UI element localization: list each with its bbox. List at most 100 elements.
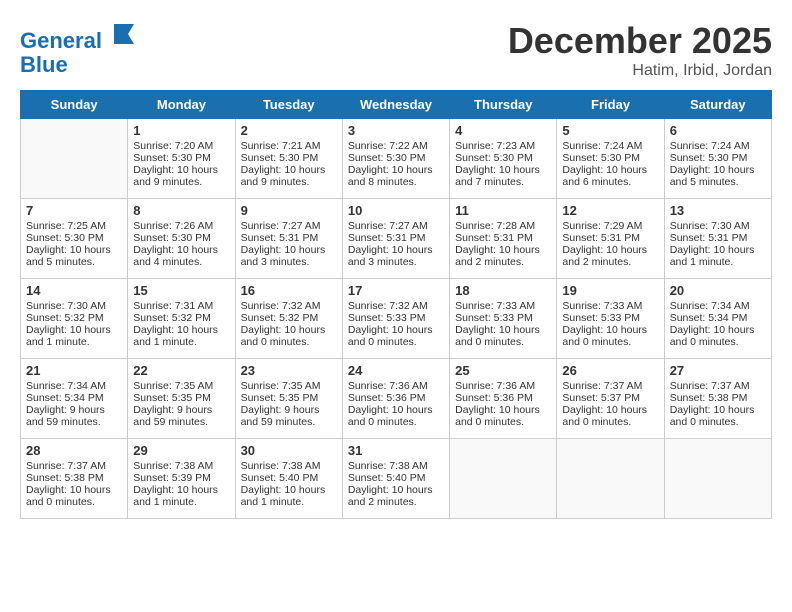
day-info: Daylight: 10 hours (455, 244, 551, 256)
logo-flag-icon (110, 20, 138, 48)
calendar-cell: 5Sunrise: 7:24 AMSunset: 5:30 PMDaylight… (557, 119, 664, 199)
day-info: Daylight: 10 hours (670, 324, 766, 336)
day-info: Sunrise: 7:33 AM (455, 300, 551, 312)
weekday-friday: Friday (557, 91, 664, 119)
day-info: Sunrise: 7:36 AM (348, 380, 444, 392)
day-info: and 4 minutes. (133, 256, 229, 268)
day-info: Sunset: 5:38 PM (26, 472, 122, 484)
day-number: 20 (670, 283, 766, 298)
day-info: Daylight: 10 hours (562, 244, 658, 256)
weekday-tuesday: Tuesday (235, 91, 342, 119)
day-info: Sunrise: 7:32 AM (241, 300, 337, 312)
calendar-cell: 17Sunrise: 7:32 AMSunset: 5:33 PMDayligh… (342, 279, 449, 359)
day-info: Sunrise: 7:37 AM (26, 460, 122, 472)
day-info: Daylight: 10 hours (562, 324, 658, 336)
day-info: Sunset: 5:34 PM (26, 392, 122, 404)
day-info: Daylight: 10 hours (455, 164, 551, 176)
day-info: Sunrise: 7:29 AM (562, 220, 658, 232)
day-info: and 5 minutes. (26, 256, 122, 268)
day-number: 12 (562, 203, 658, 218)
calendar-cell: 7Sunrise: 7:25 AMSunset: 5:30 PMDaylight… (21, 199, 128, 279)
calendar-cell (21, 119, 128, 199)
day-info: Sunrise: 7:25 AM (26, 220, 122, 232)
day-info: Daylight: 10 hours (133, 484, 229, 496)
day-info: and 1 minute. (670, 256, 766, 268)
day-info: Sunrise: 7:22 AM (348, 140, 444, 152)
day-info: Sunrise: 7:32 AM (348, 300, 444, 312)
day-info: Sunset: 5:32 PM (241, 312, 337, 324)
day-info: and 3 minutes. (348, 256, 444, 268)
day-info: Sunset: 5:33 PM (562, 312, 658, 324)
day-info: and 59 minutes. (26, 416, 122, 428)
day-info: Sunrise: 7:35 AM (241, 380, 337, 392)
day-number: 17 (348, 283, 444, 298)
calendar-cell: 21Sunrise: 7:34 AMSunset: 5:34 PMDayligh… (21, 359, 128, 439)
day-info: Sunrise: 7:36 AM (455, 380, 551, 392)
day-number: 19 (562, 283, 658, 298)
weekday-wednesday: Wednesday (342, 91, 449, 119)
day-info: and 0 minutes. (241, 336, 337, 348)
weekday-saturday: Saturday (664, 91, 771, 119)
calendar-cell: 31Sunrise: 7:38 AMSunset: 5:40 PMDayligh… (342, 439, 449, 519)
calendar-cell (557, 439, 664, 519)
day-info: Sunset: 5:38 PM (670, 392, 766, 404)
day-info: and 59 minutes. (241, 416, 337, 428)
calendar-cell: 27Sunrise: 7:37 AMSunset: 5:38 PMDayligh… (664, 359, 771, 439)
day-info: Sunrise: 7:21 AM (241, 140, 337, 152)
calendar-table: SundayMondayTuesdayWednesdayThursdayFrid… (20, 90, 772, 519)
day-info: and 0 minutes. (348, 416, 444, 428)
day-info: Sunset: 5:32 PM (26, 312, 122, 324)
day-info: Sunset: 5:30 PM (670, 152, 766, 164)
day-info: Sunset: 5:37 PM (562, 392, 658, 404)
logo-blue: Blue (20, 53, 138, 77)
day-info: Sunrise: 7:34 AM (670, 300, 766, 312)
day-info: Daylight: 10 hours (241, 324, 337, 336)
day-info: Sunset: 5:39 PM (133, 472, 229, 484)
day-info: Sunset: 5:40 PM (348, 472, 444, 484)
calendar-cell: 11Sunrise: 7:28 AMSunset: 5:31 PMDayligh… (450, 199, 557, 279)
week-row-5: 28Sunrise: 7:37 AMSunset: 5:38 PMDayligh… (21, 439, 772, 519)
calendar-cell: 15Sunrise: 7:31 AMSunset: 5:32 PMDayligh… (128, 279, 235, 359)
calendar-cell: 10Sunrise: 7:27 AMSunset: 5:31 PMDayligh… (342, 199, 449, 279)
day-number: 8 (133, 203, 229, 218)
day-info: and 0 minutes. (26, 496, 122, 508)
day-number: 7 (26, 203, 122, 218)
day-number: 1 (133, 123, 229, 138)
day-info: Daylight: 10 hours (348, 324, 444, 336)
day-info: Sunrise: 7:27 AM (348, 220, 444, 232)
day-info: Sunset: 5:30 PM (133, 232, 229, 244)
day-info: and 2 minutes. (348, 496, 444, 508)
day-info: Daylight: 10 hours (133, 324, 229, 336)
day-info: Daylight: 10 hours (133, 244, 229, 256)
day-info: and 0 minutes. (562, 336, 658, 348)
day-info: Sunset: 5:31 PM (670, 232, 766, 244)
calendar-cell: 2Sunrise: 7:21 AMSunset: 5:30 PMDaylight… (235, 119, 342, 199)
day-info: Daylight: 9 hours (26, 404, 122, 416)
day-info: Sunset: 5:31 PM (241, 232, 337, 244)
day-info: Sunset: 5:32 PM (133, 312, 229, 324)
day-info: Daylight: 10 hours (133, 164, 229, 176)
day-info: and 5 minutes. (670, 176, 766, 188)
day-info: Daylight: 10 hours (562, 404, 658, 416)
day-info: Sunset: 5:40 PM (241, 472, 337, 484)
day-info: Sunset: 5:34 PM (670, 312, 766, 324)
day-info: Sunset: 5:30 PM (348, 152, 444, 164)
day-info: Daylight: 10 hours (26, 244, 122, 256)
day-info: Sunrise: 7:38 AM (133, 460, 229, 472)
logo-general: General (20, 28, 102, 53)
calendar-cell: 28Sunrise: 7:37 AMSunset: 5:38 PMDayligh… (21, 439, 128, 519)
day-info: and 59 minutes. (133, 416, 229, 428)
calendar-cell: 29Sunrise: 7:38 AMSunset: 5:39 PMDayligh… (128, 439, 235, 519)
calendar-cell: 14Sunrise: 7:30 AMSunset: 5:32 PMDayligh… (21, 279, 128, 359)
day-info: Sunrise: 7:24 AM (562, 140, 658, 152)
day-info: Sunset: 5:36 PM (348, 392, 444, 404)
day-number: 24 (348, 363, 444, 378)
calendar-cell: 16Sunrise: 7:32 AMSunset: 5:32 PMDayligh… (235, 279, 342, 359)
day-info: Daylight: 10 hours (562, 164, 658, 176)
day-info: Sunrise: 7:31 AM (133, 300, 229, 312)
day-number: 10 (348, 203, 444, 218)
calendar-cell: 24Sunrise: 7:36 AMSunset: 5:36 PMDayligh… (342, 359, 449, 439)
day-info: and 2 minutes. (455, 256, 551, 268)
calendar-cell: 20 Sunrise: 7:34 AMSunset: 5:34 PMDayligh… (664, 279, 771, 359)
day-info: and 9 minutes. (241, 176, 337, 188)
